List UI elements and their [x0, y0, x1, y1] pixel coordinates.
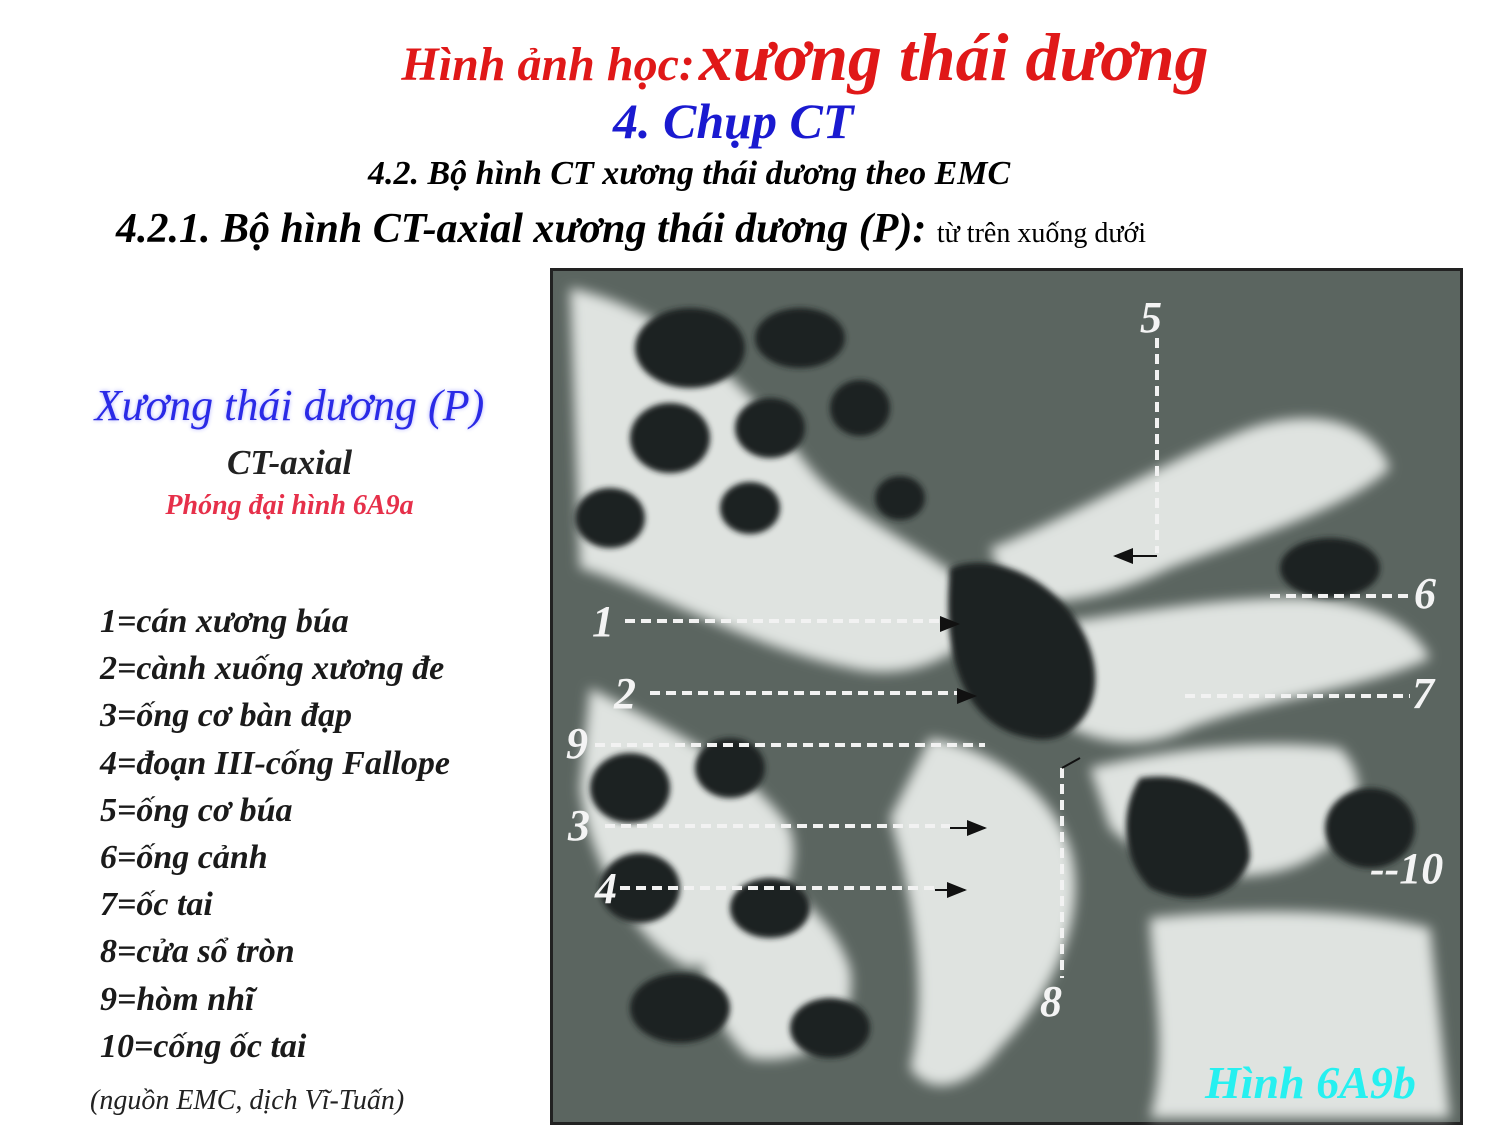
structure-label-8: 8 [1040, 977, 1062, 1026]
legend-item: 8=cửa sổ tròn [100, 933, 295, 971]
panel-subtitle: CT-axial [226, 443, 353, 482]
section-heading: 4.2. Bộ hình CT xương thái dương theo EM… [368, 155, 1011, 192]
structure-label-9: 9 [566, 719, 588, 768]
subsection-heading: 4.2.1. Bộ hình CT-axial xương thái dương… [116, 205, 1146, 253]
structure-label-2: 2 [613, 669, 636, 718]
structure-label-10: --10 [1370, 844, 1443, 893]
legend-item: 3=ống cơ bàn đạp [100, 697, 353, 735]
slide-subtitle: 4. Chụp CT [613, 93, 854, 149]
legend-item: 10=cống ốc tai [100, 1027, 307, 1065]
legend-item: 1=cán xương búa [100, 603, 349, 640]
structure-label-7: 7 [1412, 669, 1436, 718]
source-note: (nguồn EMC, dịch Vĩ-Tuấn) [90, 1085, 405, 1116]
ct-scan-graphic: 1 2 3 4 5 6 7 8 9 --10 Hình 6A9b [550, 268, 1463, 1125]
legend-item: 7=ốc tai [100, 886, 213, 924]
magnify-note: Phóng đại hình 6A9a [165, 490, 414, 521]
slide-title: Hình ảnh học: xương thái dương [0, 18, 1500, 97]
legend-item: 6=ống cảnh [100, 838, 268, 876]
legend-item: 4=đoạn III-cống Fallope [100, 744, 450, 782]
subsection-note: từ trên xuống dưới [936, 218, 1147, 249]
title-main: xương thái dương [698, 19, 1209, 95]
legend-list: 1=cán xương búa 2=cành xuống xương đe 3=… [100, 598, 450, 1070]
ct-scan-image: 1 2 3 4 5 6 7 8 9 --10 Hình 6A9b [550, 268, 1463, 1125]
legend-item: 9=hòm nhĩ [100, 980, 255, 1018]
structure-label-4: 4 [594, 864, 617, 913]
legend-item: 2=cành xuống xương đe [100, 650, 445, 688]
figure-caption: Hình 6A9b [1204, 1057, 1416, 1108]
title-prefix: Hình ảnh học: [401, 38, 695, 91]
structure-label-5: 5 [1140, 293, 1162, 342]
subsection-title: 4.2.1. Bộ hình CT-axial xương thái dương… [116, 206, 927, 252]
structure-label-6: 6 [1414, 569, 1436, 618]
panel-title: Xương thái dương (P) [94, 381, 485, 430]
structure-label-3: 3 [567, 801, 590, 850]
legend-item: 5=ống cơ búa [100, 791, 293, 829]
structure-label-1: 1 [592, 597, 614, 646]
